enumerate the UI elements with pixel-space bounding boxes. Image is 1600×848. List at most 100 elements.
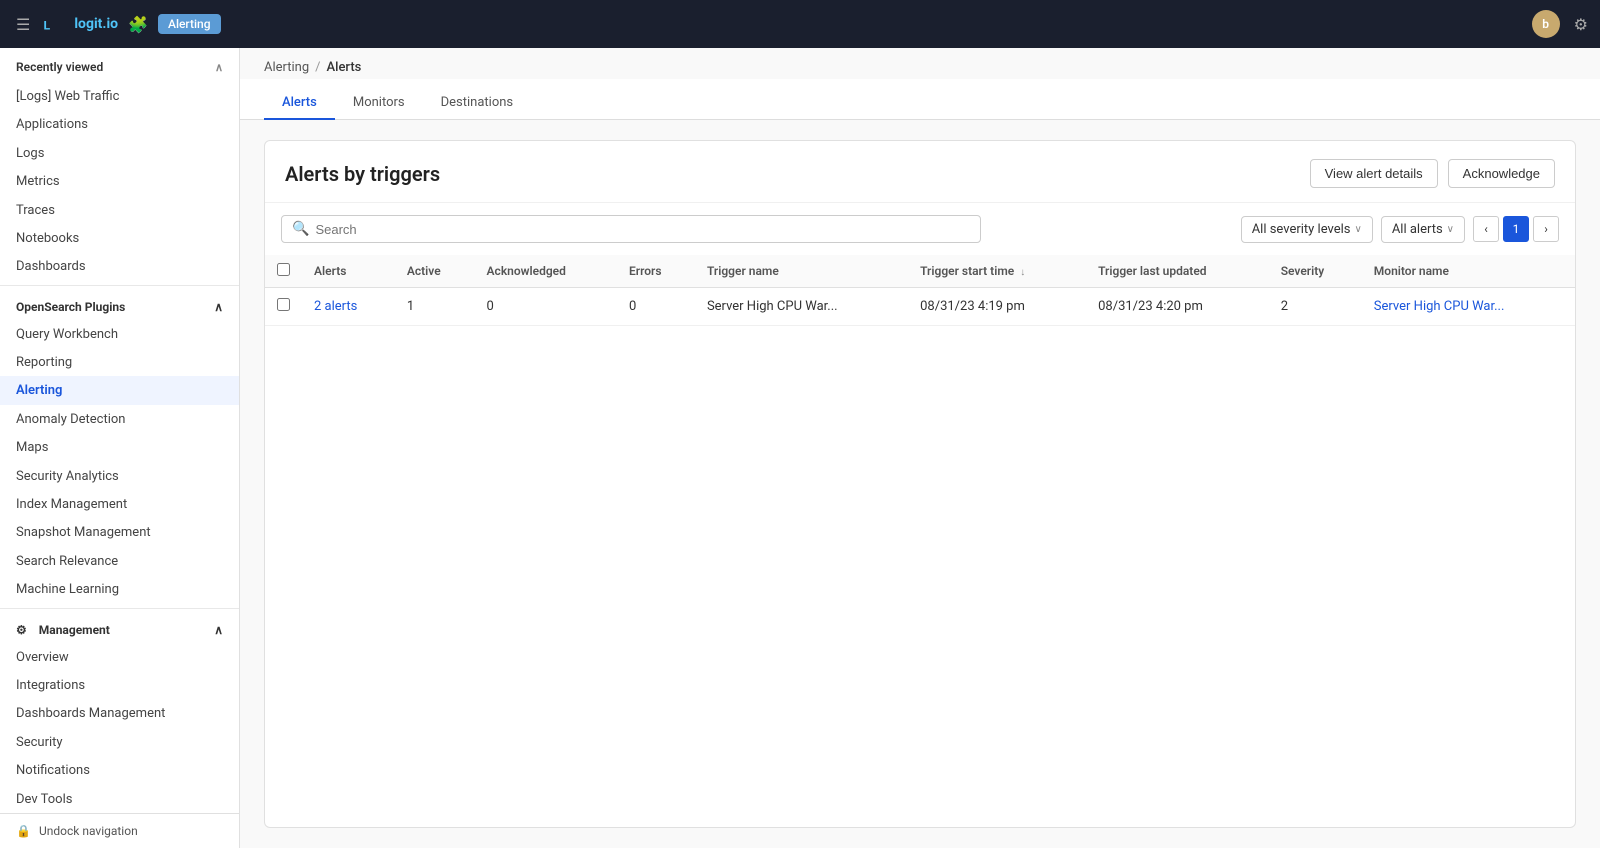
alerts-filter-label: All alerts bbox=[1392, 222, 1443, 237]
row-monitor-name-cell: Server High CPU War... bbox=[1362, 288, 1575, 326]
sidebar-item-search-relevance[interactable]: Search Relevance bbox=[0, 547, 239, 575]
sidebar-item-machine-learning[interactable]: Machine Learning bbox=[0, 575, 239, 603]
menu-icon[interactable]: ☰ bbox=[16, 15, 30, 34]
th-active: Active bbox=[395, 255, 475, 288]
sidebar-item-security-analytics[interactable]: Security Analytics bbox=[0, 462, 239, 490]
th-checkbox bbox=[265, 255, 302, 288]
sidebar-item-snapshot-management[interactable]: Snapshot Management bbox=[0, 518, 239, 546]
row-trigger-start-time-cell: 08/31/23 4:19 pm bbox=[908, 288, 1086, 326]
opensearch-plugins-chevron: ∧ bbox=[214, 300, 223, 314]
breadcrumb-parent[interactable]: Alerting bbox=[264, 60, 309, 75]
svg-text:L: L bbox=[44, 18, 51, 32]
main-layout: Recently viewed ∧ [Logs] Web Traffic App… bbox=[0, 48, 1600, 848]
table-wrapper: Alerts Active Acknowledged Errors Trigge… bbox=[265, 255, 1575, 827]
view-alert-details-button[interactable]: View alert details bbox=[1310, 159, 1438, 188]
topbar-right: b ⚙ bbox=[1532, 10, 1588, 38]
row-acknowledged-cell: 0 bbox=[475, 288, 617, 326]
sidebar-item-query-workbench[interactable]: Query Workbench bbox=[0, 320, 239, 348]
topbar: ☰ L logit.io 🧩 Alerting b ⚙ bbox=[0, 0, 1600, 48]
th-alerts[interactable]: Alerts bbox=[302, 255, 395, 288]
alerts-panel-title: Alerts by triggers bbox=[285, 162, 440, 186]
severity-filter-label: All severity levels bbox=[1252, 222, 1351, 237]
alerts-table: Alerts Active Acknowledged Errors Trigge… bbox=[265, 255, 1575, 326]
th-monitor-name: Monitor name bbox=[1362, 255, 1575, 288]
th-acknowledged: Acknowledged bbox=[475, 255, 617, 288]
alerts-panel-actions: View alert details Acknowledge bbox=[1310, 159, 1555, 188]
settings-icon[interactable]: ⚙ bbox=[1574, 15, 1588, 34]
sidebar-item-index-management[interactable]: Index Management bbox=[0, 490, 239, 518]
sidebar-item-security[interactable]: Security bbox=[0, 728, 239, 756]
filter-group: All severity levels ∨ All alerts ∨ ‹ 1 › bbox=[1241, 216, 1559, 243]
select-all-checkbox[interactable] bbox=[277, 263, 290, 276]
tab-alerts[interactable]: Alerts bbox=[264, 87, 335, 120]
row-monitor-link[interactable]: Server High CPU War... bbox=[1374, 299, 1505, 314]
sidebar-item-logs-web-traffic[interactable]: [Logs] Web Traffic bbox=[0, 82, 239, 110]
puzzle-icon[interactable]: 🧩 bbox=[128, 15, 148, 34]
sidebar-item-anomaly-detection[interactable]: Anomaly Detection bbox=[0, 405, 239, 433]
breadcrumb-current: Alerts bbox=[327, 60, 362, 75]
management-header[interactable]: ⚙ Management ∧ bbox=[0, 613, 239, 643]
search-box: 🔍 bbox=[281, 215, 981, 243]
tab-destinations[interactable]: Destinations bbox=[423, 87, 532, 120]
sidebar-item-metrics[interactable]: Metrics bbox=[0, 167, 239, 195]
row-trigger-last-updated-cell: 08/31/23 4:20 pm bbox=[1086, 288, 1269, 326]
alerts-chevron-icon: ∨ bbox=[1447, 224, 1454, 235]
sidebar-item-dashboards-management[interactable]: Dashboards Management bbox=[0, 699, 239, 727]
tab-monitors[interactable]: Monitors bbox=[335, 87, 423, 120]
sidebar-item-dashboards[interactable]: Dashboards bbox=[0, 252, 239, 280]
row-alerts-cell: 2 alerts bbox=[302, 288, 395, 326]
management-chevron: ∧ bbox=[214, 623, 223, 637]
row-active-cell: 1 bbox=[395, 288, 475, 326]
content: Alerting / Alerts Alerts Monitors Destin… bbox=[240, 48, 1600, 848]
alerting-badge[interactable]: Alerting bbox=[158, 14, 221, 34]
severity-chevron-icon: ∨ bbox=[1355, 224, 1362, 235]
tabs-bar: Alerts Monitors Destinations bbox=[240, 79, 1600, 120]
sidebar-item-integrations[interactable]: Integrations bbox=[0, 671, 239, 699]
breadcrumb: Alerting / Alerts bbox=[240, 48, 1600, 75]
sidebar-divider-2 bbox=[0, 608, 239, 609]
search-input[interactable] bbox=[315, 222, 970, 237]
th-errors: Errors bbox=[617, 255, 695, 288]
next-page-button[interactable]: › bbox=[1533, 216, 1559, 242]
sidebar-item-alerting[interactable]: Alerting bbox=[0, 376, 239, 404]
sort-icon: ↓ bbox=[1020, 267, 1025, 278]
sidebar-item-notebooks[interactable]: Notebooks bbox=[0, 224, 239, 252]
acknowledge-button[interactable]: Acknowledge bbox=[1448, 159, 1555, 188]
sidebar-item-traces[interactable]: Traces bbox=[0, 196, 239, 224]
opensearch-plugins-header[interactable]: OpenSearch Plugins ∧ bbox=[0, 290, 239, 320]
row-checkbox[interactable] bbox=[277, 298, 290, 311]
row-trigger-name-cell: Server High CPU War... bbox=[695, 288, 908, 326]
avatar[interactable]: b bbox=[1532, 10, 1560, 38]
recently-viewed-label: Recently viewed bbox=[16, 60, 103, 74]
alerts-toolbar: 🔍 All severity levels ∨ All alerts ∨ ‹ 1 bbox=[265, 203, 1575, 255]
sidebar-item-maps[interactable]: Maps bbox=[0, 433, 239, 461]
row-severity-cell: 2 bbox=[1269, 288, 1362, 326]
lock-icon: 🔒 bbox=[16, 824, 31, 838]
sidebar-item-logs[interactable]: Logs bbox=[0, 139, 239, 167]
undock-label: Undock navigation bbox=[39, 824, 138, 838]
pagination: ‹ 1 › bbox=[1473, 216, 1559, 242]
prev-page-button[interactable]: ‹ bbox=[1473, 216, 1499, 242]
logo-text: logit.io bbox=[74, 16, 118, 32]
alerts-panel: Alerts by triggers View alert details Ac… bbox=[264, 140, 1576, 828]
logo: L logit.io bbox=[40, 10, 118, 38]
th-trigger-name: Trigger name bbox=[695, 255, 908, 288]
severity-filter[interactable]: All severity levels ∨ bbox=[1241, 216, 1373, 243]
row-alerts-link[interactable]: 2 alerts bbox=[314, 299, 357, 314]
th-trigger-start-time[interactable]: Trigger start time ↓ bbox=[908, 255, 1086, 288]
sidebar-item-reporting[interactable]: Reporting bbox=[0, 348, 239, 376]
th-trigger-last-updated: Trigger last updated bbox=[1086, 255, 1269, 288]
sidebar-item-overview[interactable]: Overview bbox=[0, 643, 239, 671]
opensearch-plugins-label: OpenSearch Plugins bbox=[16, 300, 125, 314]
undock-navigation[interactable]: 🔒 Undock navigation bbox=[0, 813, 239, 848]
row-checkbox-cell bbox=[265, 288, 302, 326]
page-1-button[interactable]: 1 bbox=[1503, 216, 1529, 242]
sidebar-item-notifications[interactable]: Notifications bbox=[0, 756, 239, 784]
sidebar-item-applications[interactable]: Applications bbox=[0, 110, 239, 138]
recently-viewed-header[interactable]: Recently viewed ∧ bbox=[0, 48, 239, 82]
recently-viewed-chevron: ∧ bbox=[215, 61, 223, 74]
sidebar-item-dev-tools[interactable]: Dev Tools bbox=[0, 785, 239, 813]
sidebar-divider-1 bbox=[0, 285, 239, 286]
alerts-filter[interactable]: All alerts ∨ bbox=[1381, 216, 1465, 243]
sidebar: Recently viewed ∧ [Logs] Web Traffic App… bbox=[0, 48, 240, 848]
